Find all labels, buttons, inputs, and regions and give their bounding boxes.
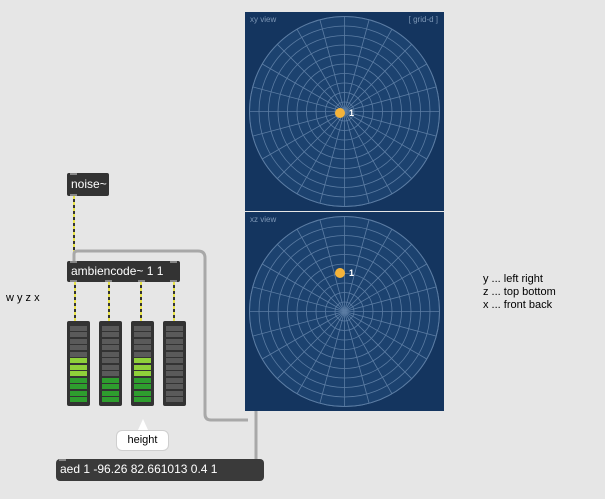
meter-segment — [102, 332, 119, 337]
meter-segment — [70, 358, 87, 363]
meter-segment — [70, 325, 87, 331]
meter-segment — [102, 338, 119, 344]
meter-segment — [102, 384, 119, 389]
meter-segment — [166, 397, 183, 402]
xz-polar-grid — [249, 216, 440, 407]
meter-segment — [70, 377, 87, 383]
meter-segment — [102, 325, 119, 331]
meter-segment — [166, 390, 183, 396]
xz-view-title: xz view — [250, 215, 277, 224]
meter-segment — [70, 371, 87, 376]
meter-segment — [70, 390, 87, 396]
xy-polar-grid — [249, 16, 440, 207]
meter-segment — [166, 332, 183, 337]
meter-segment — [70, 384, 87, 389]
meter-segment — [166, 338, 183, 344]
meter-segment — [166, 358, 183, 363]
aed-message-label: aed 1 -96.26 82.661013 0.4 1 — [60, 462, 218, 476]
meter-segment — [166, 345, 183, 350]
bubble-pointer — [138, 419, 148, 430]
channels-comment: w y z x — [6, 292, 40, 304]
meter-segment — [102, 364, 119, 370]
meter-segment — [70, 338, 87, 344]
meter-segment — [134, 364, 151, 370]
sound-source-dot — [335, 108, 345, 118]
grid-mode-label: [ grid-d ] — [408, 15, 438, 24]
meter-segment — [70, 397, 87, 402]
xy-view-title: xy view — [250, 15, 277, 24]
meter-segment — [134, 397, 151, 402]
xy-source-label: 1 — [349, 108, 355, 118]
level-meter-z[interactable] — [131, 321, 154, 406]
meter-segment — [134, 351, 151, 357]
sound-source-dot — [335, 268, 345, 278]
cord-ambiencode-to-meters — [74, 282, 175, 321]
ambiencode-object[interactable]: ambiencode~ 1 1 — [67, 261, 180, 282]
axis-legend-y: y ... left right — [483, 273, 543, 285]
meter-segment — [134, 332, 151, 337]
meter-segment — [70, 351, 87, 357]
meter-segment — [70, 332, 87, 337]
meter-segment — [166, 377, 183, 383]
meter-segment — [166, 371, 183, 376]
axis-legend-x: x ... front back — [483, 299, 553, 311]
level-meter-x[interactable] — [163, 321, 186, 406]
meter-segment — [134, 377, 151, 383]
noise-object-label: noise~ — [71, 177, 107, 191]
meter-segment — [70, 345, 87, 350]
xy-view-panel[interactable]: xy view [ grid-d ] 1 — [245, 12, 444, 211]
meter-segment — [134, 390, 151, 396]
meter-segment — [102, 377, 119, 383]
meter-segment — [134, 384, 151, 389]
meter-segment — [102, 371, 119, 376]
ambiencode-object-label: ambiencode~ 1 1 — [71, 264, 164, 278]
xz-view-panel[interactable]: xz view 1 — [245, 212, 444, 411]
level-meter-w[interactable] — [67, 321, 90, 406]
meter-segment — [134, 345, 151, 350]
meter-segment — [166, 384, 183, 389]
meter-segment — [134, 371, 151, 376]
meter-segment — [166, 364, 183, 370]
meter-segment — [134, 325, 151, 331]
noise-object[interactable]: noise~ — [67, 173, 109, 196]
height-bubble-comment: height — [116, 430, 169, 451]
xz-source-label: 1 — [349, 268, 355, 278]
meter-segment — [70, 364, 87, 370]
meter-segment — [166, 325, 183, 331]
meter-segment — [134, 338, 151, 344]
meter-segment — [102, 351, 119, 357]
axis-legend-z: z ... top bottom — [483, 286, 556, 298]
meter-segment — [102, 397, 119, 402]
meter-segment — [102, 345, 119, 350]
meter-segment — [166, 351, 183, 357]
meter-segment — [134, 358, 151, 363]
meter-segment — [102, 390, 119, 396]
aed-message-box[interactable]: aed 1 -96.26 82.661013 0.4 1 — [56, 459, 264, 481]
meter-segment — [102, 358, 119, 363]
level-meter-y[interactable] — [99, 321, 122, 406]
